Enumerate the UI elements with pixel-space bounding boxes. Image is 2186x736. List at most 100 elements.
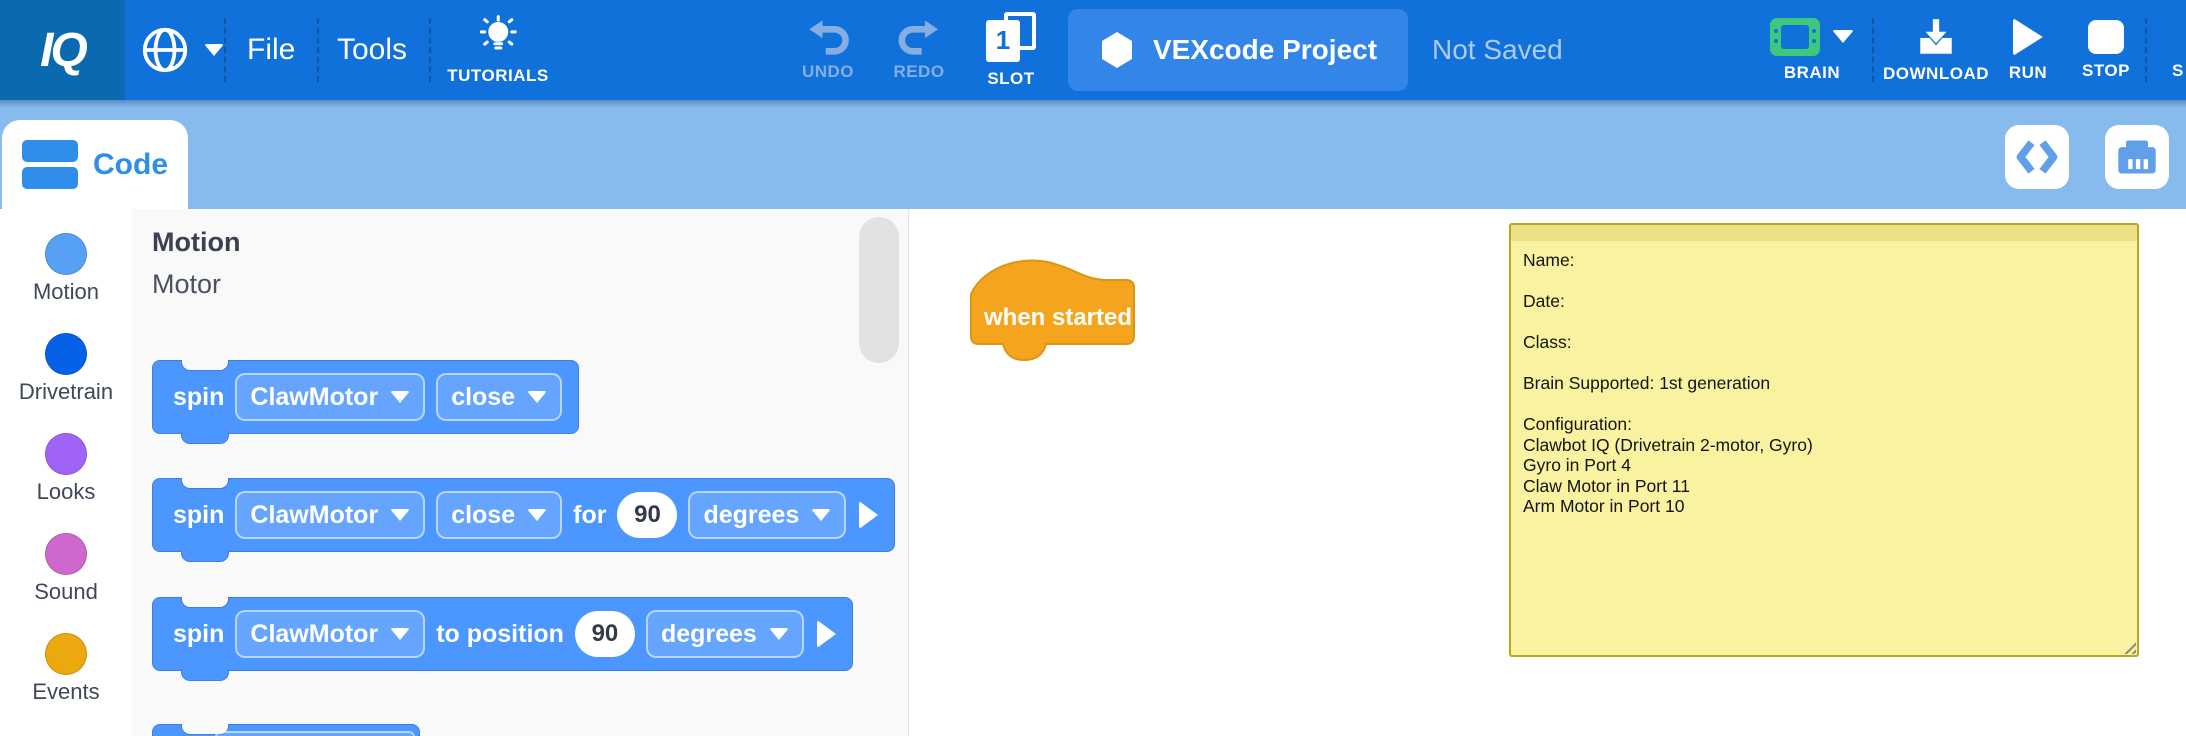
save-status: Not Saved xyxy=(1432,0,1563,100)
stop-label: STOP xyxy=(2082,61,2130,81)
project-note[interactable]: Name: Date: Class: Brain Supported: 1st … xyxy=(1509,223,2139,657)
category-motion[interactable]: Motion xyxy=(33,233,99,305)
expand-arrow-icon[interactable] xyxy=(859,501,878,529)
dropdown-value: ClawMotor xyxy=(250,501,378,530)
toolbar-divider xyxy=(429,18,431,82)
undo-label: UNDO xyxy=(802,62,854,82)
toolbar-divider xyxy=(1872,18,1874,82)
save-status-label: Not Saved xyxy=(1432,34,1563,66)
palette-subsection-title: Motor xyxy=(152,269,221,300)
top-toolbar: IQ File Tools xyxy=(0,0,2186,100)
category-sound-circle[interactable] xyxy=(45,533,87,575)
tab-code[interactable]: Code xyxy=(2,120,188,209)
device-port-icon xyxy=(2115,135,2159,179)
chevron-down-icon xyxy=(204,44,224,56)
toolbar-divider xyxy=(317,18,319,82)
vexcode-iq-app: IQ File Tools xyxy=(0,0,2186,736)
units-dropdown[interactable]: degrees xyxy=(688,491,846,539)
palette-section-title: Motion xyxy=(152,227,240,258)
category-events-circle[interactable] xyxy=(45,633,87,675)
direction-dropdown[interactable]: close xyxy=(436,491,562,539)
category-events[interactable]: Events xyxy=(32,633,99,705)
block-palette: Motion Motor spin ClawMotor close spin C… xyxy=(132,209,909,736)
project-name-button[interactable]: VEXcode Project xyxy=(1068,9,1408,91)
dropdown-value: close xyxy=(451,501,515,530)
chevron-down-icon xyxy=(390,628,410,640)
palette-scrollbar-thumb[interactable] xyxy=(859,217,899,363)
motor-dropdown[interactable]: ClawMotor xyxy=(235,373,425,421)
run-label: RUN xyxy=(2009,63,2047,83)
block-label: for xyxy=(573,501,606,530)
category-motion-circle[interactable] xyxy=(45,233,87,275)
block-label: spin xyxy=(173,501,224,530)
number-input[interactable]: 90 xyxy=(575,611,635,657)
palette-block-spin[interactable]: spin ClawMotor close xyxy=(152,360,579,434)
tutorials-label: TUTORIALS xyxy=(447,66,548,86)
slot-number: 1 xyxy=(986,20,1020,62)
run-button[interactable]: RUN xyxy=(2009,0,2047,100)
secondary-bar: Code xyxy=(0,100,2186,209)
motor-dropdown[interactable]: ClawMotor xyxy=(235,491,425,539)
chevron-down-icon xyxy=(390,509,410,521)
blocks-icon xyxy=(22,140,78,189)
menu-file[interactable]: File xyxy=(247,0,295,100)
note-text[interactable]: Name: Date: Class: Brain Supported: 1st … xyxy=(1511,241,2137,526)
brain-icon-screen xyxy=(1781,25,1809,49)
brain-icon xyxy=(1770,18,1820,56)
palette-block-partial[interactable] xyxy=(152,724,420,736)
devices-button[interactable] xyxy=(2105,125,2169,189)
iq-logo-text: IQ xyxy=(40,23,85,78)
undo-icon xyxy=(806,19,850,55)
hexagon-icon xyxy=(1099,30,1135,70)
undo-button[interactable]: UNDO xyxy=(802,0,854,100)
tutorials-button[interactable]: TUTORIALS xyxy=(447,0,548,100)
slot-icon: 1 xyxy=(986,12,1036,62)
units-dropdown[interactable]: degrees xyxy=(646,610,804,658)
download-button[interactable]: DOWNLOAD xyxy=(1883,0,1989,100)
chevron-down-icon xyxy=(527,391,547,403)
stop-icon xyxy=(2088,20,2124,54)
stop-button[interactable]: STOP xyxy=(2082,0,2130,100)
when-started-block[interactable]: when started xyxy=(966,258,1150,362)
code-brackets-icon xyxy=(2015,136,2059,178)
brain-button[interactable]: BRAIN xyxy=(1770,0,1854,100)
direction-dropdown[interactable]: close xyxy=(436,373,562,421)
motor-dropdown[interactable]: ClawMotor xyxy=(235,610,425,658)
toolbar-divider xyxy=(2145,18,2147,82)
category-looks[interactable]: Looks xyxy=(37,433,96,505)
chevron-down-icon xyxy=(1832,30,1854,43)
slot-label: SLOT xyxy=(987,69,1034,89)
category-sidebar: Motion Drivetrain Looks Sound Events xyxy=(0,209,132,736)
category-drivetrain-label: Drivetrain xyxy=(19,379,113,405)
category-drivetrain-circle[interactable] xyxy=(45,333,87,375)
number-input[interactable]: 90 xyxy=(617,492,677,538)
workspace-canvas[interactable]: when started Name: Date: Class: Brain Su… xyxy=(910,209,2186,736)
code-viewer-button[interactable] xyxy=(2005,125,2069,189)
category-sound[interactable]: Sound xyxy=(34,533,98,605)
download-label: DOWNLOAD xyxy=(1883,64,1989,84)
note-drag-handle[interactable] xyxy=(1511,225,2137,241)
block-label: spin xyxy=(173,620,224,649)
slot-button[interactable]: 1 SLOT xyxy=(986,0,1036,100)
play-icon xyxy=(2013,18,2043,56)
block-label: spin xyxy=(173,383,224,412)
menu-tools[interactable]: Tools xyxy=(337,0,407,100)
chevron-down-icon xyxy=(527,509,547,521)
redo-button[interactable]: REDO xyxy=(893,0,944,100)
globe-icon xyxy=(138,23,192,77)
clipped-toolbar-label[interactable]: S xyxy=(2172,61,2183,81)
category-motion-label: Motion xyxy=(33,279,99,305)
category-drivetrain[interactable]: Drivetrain xyxy=(19,333,113,405)
palette-block-spin-to-position[interactable]: spin ClawMotor to position 90 degrees xyxy=(152,597,853,671)
note-resize-handle[interactable] xyxy=(2121,639,2136,654)
tab-code-label: Code xyxy=(93,148,168,182)
language-selector[interactable] xyxy=(138,0,224,100)
category-looks-label: Looks xyxy=(37,479,96,505)
category-events-label: Events xyxy=(32,679,99,705)
redo-icon xyxy=(897,19,941,55)
dropdown-value: ClawMotor xyxy=(250,620,378,649)
expand-arrow-icon[interactable] xyxy=(817,620,836,648)
category-looks-circle[interactable] xyxy=(45,433,87,475)
lightbulb-icon xyxy=(477,15,519,59)
palette-block-spin-for[interactable]: spin ClawMotor close for 90 degrees xyxy=(152,478,895,552)
